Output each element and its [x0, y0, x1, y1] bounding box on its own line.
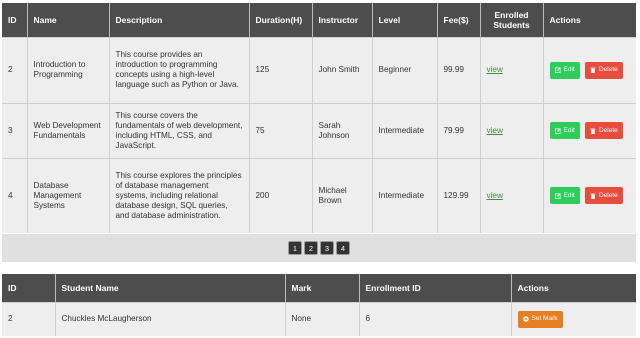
delete-button[interactable]: Delete: [584, 122, 623, 139]
cell-actions: Edit Delete: [543, 36, 636, 103]
cell-fee: 129.99: [437, 157, 481, 233]
table-row: 2 Introduction to Programming This cours…: [2, 36, 636, 103]
col-header-id: ID: [2, 3, 28, 37]
col-header-enrolled: Enrolled Students: [480, 3, 544, 37]
delete-label: Delete: [598, 191, 618, 199]
cell-duration: 200: [249, 157, 313, 233]
col-header-duration: Duration(H): [249, 3, 313, 37]
set-mark-button[interactable]: Set Mark: [517, 310, 563, 328]
edit-square-icon: [554, 193, 561, 199]
page-button-2[interactable]: 2: [304, 241, 318, 255]
view-enrolled-link[interactable]: view: [487, 191, 503, 200]
cell-level: Intermediate: [372, 102, 438, 158]
cell-fee: 99.99: [437, 36, 481, 103]
col-header-name: Name: [27, 3, 110, 37]
cell-mark: None: [285, 301, 360, 336]
cell-level: Beginner: [372, 36, 438, 103]
cell-actions: Edit Delete: [543, 157, 636, 233]
col-header-description: Description: [109, 3, 250, 37]
col-header-mark: Mark: [285, 274, 360, 302]
cell-name: Web Development Fundamentals: [27, 102, 110, 158]
delete-label: Delete: [598, 66, 618, 74]
cell-enrolled: view: [480, 157, 544, 233]
cell-id: 3: [2, 102, 28, 158]
view-enrolled-link[interactable]: view: [487, 126, 503, 135]
cell-student-name: Chuckles McLaugherson: [55, 301, 286, 336]
cell-instructor: John Smith: [312, 36, 373, 103]
edit-button[interactable]: Edit: [549, 61, 580, 79]
pagination: 1 2 3 4: [2, 234, 636, 262]
table-row: 3 Web Development Fundamentals This cour…: [2, 102, 636, 158]
trash-icon: [590, 193, 596, 199]
delete-button[interactable]: Delete: [584, 187, 623, 205]
cell-enrolled: view: [480, 102, 544, 158]
col-header-level: Level: [372, 3, 438, 37]
edit-label: Edit: [563, 66, 575, 74]
cell-description: This course explores the principles of d…: [109, 157, 250, 233]
col-header-fee: Fee($): [437, 3, 481, 37]
edit-button[interactable]: Edit: [549, 187, 580, 205]
cell-duration: 125: [249, 36, 313, 103]
cell-id: 2: [2, 36, 28, 103]
delete-label: Delete: [598, 126, 618, 134]
col-header-instructor: Instructor: [312, 3, 373, 37]
page-button-1[interactable]: 1: [288, 241, 302, 255]
set-mark-label: Set Mark: [531, 315, 558, 323]
cell-duration: 75: [249, 102, 313, 158]
col-header-actions: Actions: [543, 3, 636, 37]
page-button-3[interactable]: 3: [320, 241, 334, 255]
cell-student-actions: Set Mark: [511, 301, 636, 336]
col-header-student-actions: Actions: [511, 274, 636, 302]
cell-level: Intermediate: [372, 157, 438, 233]
view-enrolled-link[interactable]: view: [487, 65, 503, 74]
delete-button[interactable]: Delete: [584, 61, 623, 79]
trash-icon: [590, 67, 596, 73]
cell-description: This course provides an introduction to …: [109, 36, 250, 103]
courses-table: ID Name Description Duration(H) Instruct…: [2, 3, 636, 233]
cell-name: Database Management Systems: [27, 157, 110, 233]
cell-description: This course covers the fundamentals of w…: [109, 102, 250, 158]
students-table: ID Student Name Mark Enrollment ID Actio…: [2, 274, 636, 336]
col-header-student-name: Student Name: [55, 274, 286, 302]
edit-label: Edit: [563, 191, 575, 199]
courses-panel: ID Name Description Duration(H) Instruct…: [2, 3, 636, 233]
cell-instructor: Sarah Johnson: [312, 102, 373, 158]
cell-enrollment-id: 6: [359, 301, 512, 336]
cell-name: Introduction to Programming: [27, 36, 110, 103]
col-header-student-id: ID: [2, 274, 56, 302]
edit-button[interactable]: Edit: [549, 122, 580, 139]
table-row: 4 Database Management Systems This cours…: [2, 157, 636, 233]
cell-id: 4: [2, 157, 28, 233]
edit-square-icon: [554, 67, 561, 73]
cell-fee: 79.99: [437, 102, 481, 158]
plus-circle-icon: [522, 316, 529, 322]
cell-actions: Edit Delete: [543, 102, 636, 158]
edit-label: Edit: [563, 126, 575, 134]
cell-instructor: Michael Brown: [312, 157, 373, 233]
students-panel: ID Student Name Mark Enrollment ID Actio…: [2, 274, 636, 336]
trash-icon: [590, 128, 596, 134]
edit-square-icon: [554, 127, 561, 134]
cell-enrolled: view: [480, 36, 544, 103]
page-button-4[interactable]: 4: [336, 241, 350, 255]
col-header-enrollment-id: Enrollment ID: [359, 274, 512, 302]
table-row: 2 Chuckles McLaugherson None 6 Set Mark: [2, 301, 636, 336]
cell-student-id: 2: [2, 301, 56, 336]
